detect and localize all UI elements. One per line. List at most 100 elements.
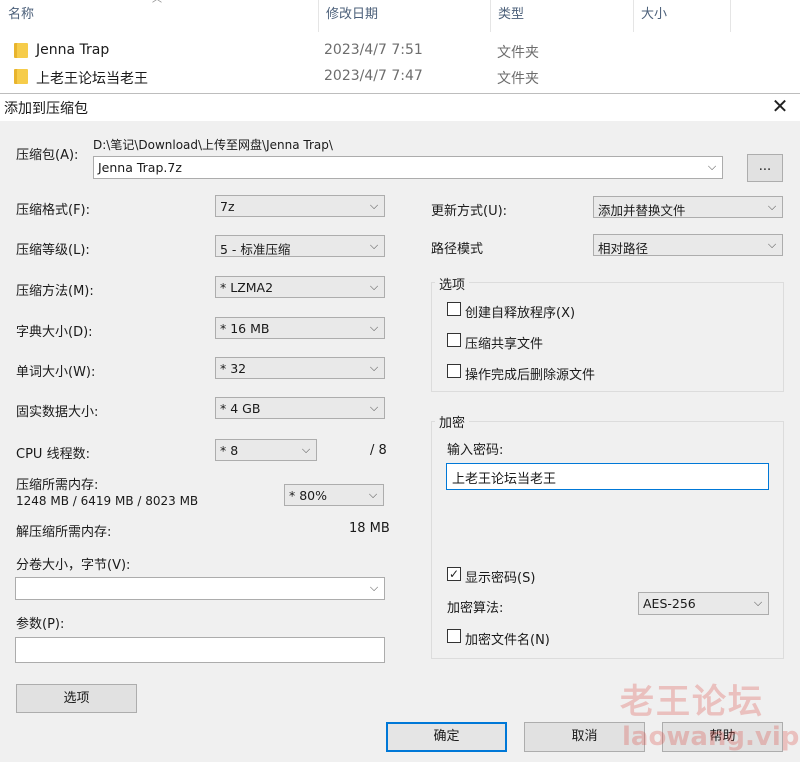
file-type: 文件夹: [497, 71, 539, 87]
folder-icon: [14, 69, 28, 84]
chevron-down-icon: ⌵: [369, 321, 379, 334]
compression-format-select[interactable]: 7z ⌵: [215, 195, 385, 217]
path-mode-value: 相对路径: [598, 241, 649, 256]
column-header-type-label: 类型: [498, 7, 525, 22]
solid-block-size-value: * 4 GB: [220, 401, 261, 416]
close-icon[interactable]: ✕: [768, 94, 792, 118]
column-header-type[interactable]: 类型: [490, 0, 633, 32]
chevron-down-icon: ⌵: [767, 200, 777, 213]
add-to-archive-dialog: 添加到压缩包 ✕ 压缩包(A): D:\笔记\Download\上传至网盘\Je…: [0, 93, 800, 762]
compression-format-label: 压缩格式(F):: [16, 203, 91, 218]
cpu-threads-select[interactable]: * 8 ⌵: [215, 439, 317, 461]
chevron-down-icon: ⌵: [369, 581, 379, 594]
update-mode-value: 添加并替换文件: [598, 203, 686, 218]
sort-up-icon: ︿: [151, 0, 163, 6]
ok-button-label: 确定: [433, 729, 460, 744]
options-button[interactable]: 选项: [16, 684, 137, 713]
password-label: 输入密码:: [447, 443, 504, 458]
cpu-threads-max: / 8: [370, 443, 387, 458]
compression-memory-detail: 1248 MB / 6419 MB / 8023 MB: [16, 494, 199, 508]
cpu-threads-value: * 8: [220, 443, 239, 458]
memory-usage-value: * 80%: [289, 488, 328, 503]
encryption-method-select[interactable]: AES-256 ⌵: [638, 592, 769, 615]
compression-method-label: 压缩方法(M):: [16, 284, 94, 299]
column-header-date[interactable]: 修改日期: [318, 0, 490, 32]
compress-shared-checkbox[interactable]: [447, 333, 461, 347]
ok-button[interactable]: 确定: [386, 722, 507, 752]
browse-button[interactable]: ...: [747, 154, 783, 182]
dictionary-size-select[interactable]: * 16 MB ⌵: [215, 317, 385, 339]
archive-name-value: Jenna Trap.7z: [98, 160, 182, 175]
show-password-label: 显示密码(S): [465, 571, 536, 586]
update-mode-label: 更新方式(U):: [431, 204, 508, 219]
compress-shared-label: 压缩共享文件: [465, 337, 544, 352]
solid-block-size-select[interactable]: * 4 GB ⌵: [215, 397, 385, 419]
dictionary-size-label: 字典大小(D):: [16, 325, 93, 340]
compression-level-label: 压缩等级(L):: [16, 243, 90, 258]
chevron-down-icon: ⌵: [767, 238, 777, 251]
encrypt-filenames-label: 加密文件名(N): [465, 633, 550, 648]
create-sfx-checkbox[interactable]: [447, 302, 461, 316]
password-value: 上老王论坛当老王: [452, 472, 557, 487]
compression-level-select[interactable]: 5 - 标准压缩 ⌵: [215, 235, 385, 257]
file-date: 2023/4/7 7:47: [324, 68, 423, 84]
file-name: Jenna Trap: [36, 42, 110, 58]
dialog-titlebar[interactable]: 添加到压缩包 ✕: [0, 94, 800, 121]
memory-usage-select[interactable]: * 80% ⌵: [284, 484, 384, 506]
decompression-memory-label: 解压缩所需内存:: [16, 525, 112, 540]
chevron-down-icon: ⌵: [368, 488, 378, 501]
compression-method-select[interactable]: * LZMA2 ⌵: [215, 276, 385, 298]
word-size-label: 单词大小(W):: [16, 365, 96, 380]
delete-after-checkbox[interactable]: [447, 364, 461, 378]
dictionary-size-value: * 16 MB: [220, 321, 270, 336]
chevron-down-icon: ⌵: [707, 160, 717, 173]
encrypt-filenames-checkbox[interactable]: [447, 629, 461, 643]
column-header-name-label: 名称: [8, 7, 35, 22]
parameters-input[interactable]: [15, 637, 385, 663]
compression-level-value: 5 - 标准压缩: [220, 242, 291, 257]
compression-memory-label: 压缩所需内存:: [16, 478, 99, 493]
file-type: 文件夹: [497, 45, 539, 61]
folder-icon: [14, 43, 28, 58]
solid-block-size-label: 固实数据大小:: [16, 405, 99, 420]
encryption-method-label: 加密算法:: [447, 601, 504, 616]
chevron-down-icon: ⌵: [369, 239, 379, 252]
compression-format-value: 7z: [220, 199, 235, 214]
file-name: 上老王论坛当老王: [36, 71, 148, 87]
watermark-url: laowang.vip: [622, 722, 800, 752]
chevron-down-icon: ⌵: [369, 199, 379, 212]
encryption-group-title: 加密: [435, 412, 470, 431]
column-header-date-label: 修改日期: [326, 7, 379, 22]
chevron-down-icon: ⌵: [369, 280, 379, 293]
password-input[interactable]: 上老王论坛当老王: [446, 463, 769, 490]
watermark-logo: 老王论坛: [620, 682, 764, 722]
options-button-label: 选项: [63, 691, 90, 706]
column-divider[interactable]: [730, 0, 731, 32]
browse-button-label: ...: [758, 159, 772, 174]
column-header-size[interactable]: 大小: [633, 0, 730, 32]
archive-label: 压缩包(A):: [16, 148, 79, 163]
file-row[interactable]: Jenna Trap 2023/4/7 7:51 文件夹: [0, 38, 800, 64]
volume-size-combobox[interactable]: ⌵: [15, 577, 385, 600]
dialog-title: 添加到压缩包: [4, 101, 88, 117]
cpu-threads-label: CPU 线程数:: [16, 447, 90, 462]
delete-after-label: 操作完成后删除源文件: [465, 368, 596, 383]
path-mode-label: 路径模式: [431, 242, 484, 257]
chevron-down-icon: ⌵: [301, 443, 311, 456]
archive-name-combobox[interactable]: Jenna Trap.7z ⌵: [93, 156, 723, 179]
cancel-button-label: 取消: [571, 729, 598, 744]
path-mode-select[interactable]: 相对路径 ⌵: [593, 234, 783, 256]
explorer-file-list: 名称 ︿ 修改日期 类型 大小 Jenna Trap 2023/4/7 7:51…: [0, 0, 800, 93]
options-group-title: 选项: [435, 274, 470, 293]
chevron-down-icon: ⌵: [753, 596, 763, 609]
file-date: 2023/4/7 7:51: [324, 42, 423, 58]
parameters-label: 参数(P):: [16, 617, 65, 632]
word-size-value: * 32: [220, 361, 247, 376]
show-password-checkbox[interactable]: ✓: [447, 567, 461, 581]
file-row[interactable]: 上老王论坛当老王 2023/4/7 7:47 文件夹: [0, 64, 800, 90]
volume-size-label: 分卷大小，字节(V):: [16, 558, 131, 573]
word-size-select[interactable]: * 32 ⌵: [215, 357, 385, 379]
create-sfx-label: 创建自释放程序(X): [465, 306, 576, 321]
update-mode-select[interactable]: 添加并替换文件 ⌵: [593, 196, 783, 218]
decompression-memory-value: 18 MB: [349, 521, 390, 536]
